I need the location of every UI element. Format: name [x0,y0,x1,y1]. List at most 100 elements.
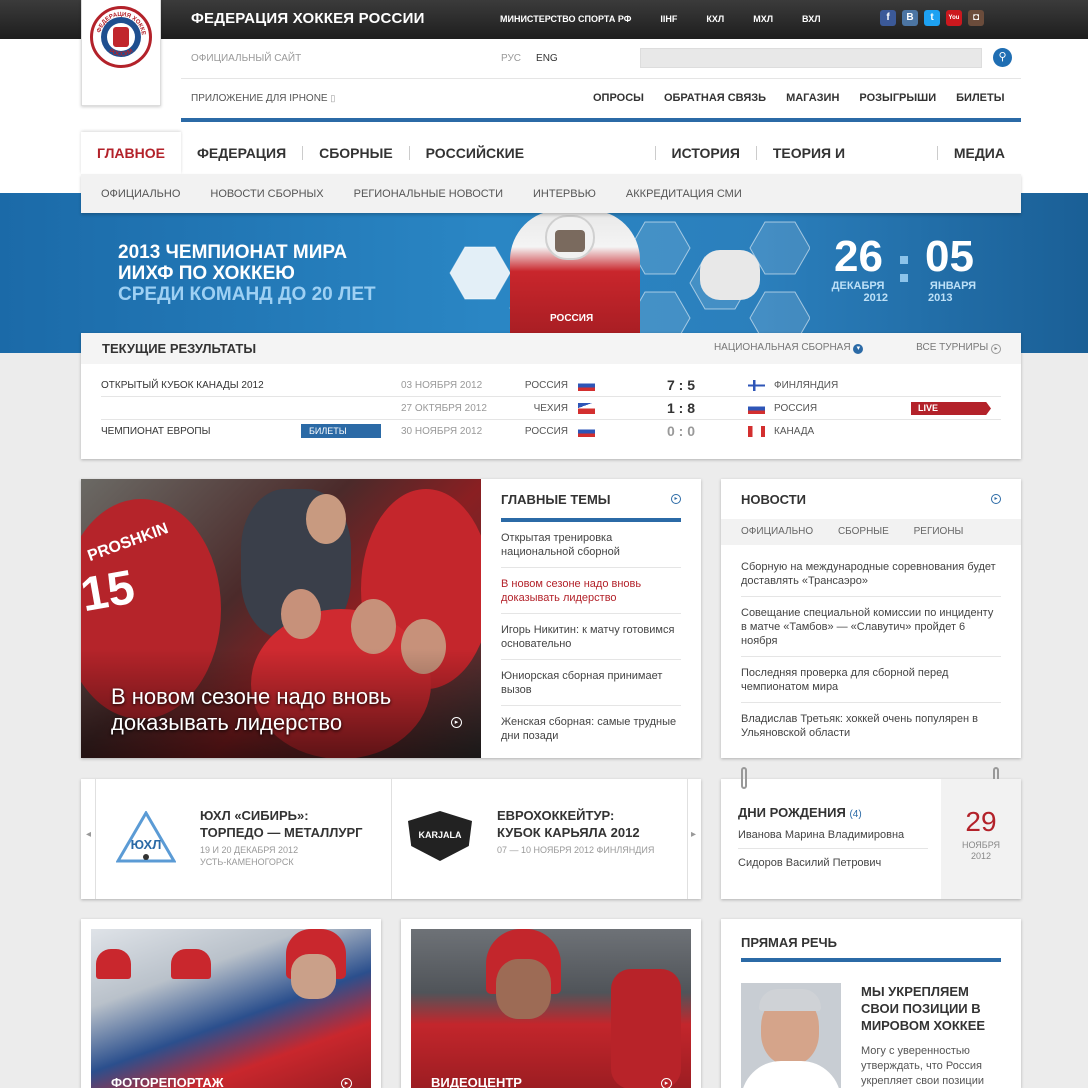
link-khl[interactable]: КХЛ [706,14,724,24]
news-arrow-icon[interactable]: ▸ [991,494,1001,504]
end-day: 05 [925,232,974,281]
event-title: ЮХЛ «СИБИРЬ»: ТОРПЕДО — МЕТАЛЛУРГ [200,807,363,841]
arrow-icon[interactable]: ▸ [341,1078,352,1088]
date-separator [900,256,910,286]
topic-link[interactable]: В новом сезоне надо вновь доказывать лид… [501,577,681,614]
social-links: f Bt You ◘ [880,10,984,26]
news-link[interactable]: Последняя проверка для сборной перед чем… [741,666,1001,703]
iphone-app-link[interactable]: ПРИЛОЖЕНИЕ ДЛЯ IPHONE ▯ [191,93,335,104]
nav-theory[interactable]: ТЕОРИЯ И МЕТОДИКА [757,132,937,203]
twitter-icon[interactable]: t [924,10,940,26]
youtube-icon[interactable]: You [946,10,962,26]
match-score[interactable]: 1 : 8 [641,400,721,416]
birthdays-count[interactable]: (4) [849,809,861,820]
end-month-label: ЯНВАРЯ [929,280,977,292]
birthday-month: НОЯБРЯ [961,840,1000,850]
speech-photo[interactable] [741,983,841,1088]
chevron-down-icon: ▾ [853,344,864,354]
result-row[interactable]: ЧЕМПИОНАТ ЕВРОПЫ БИЛЕТЫ 30 НОЯБРЯ 2012 РОСС… [101,421,1001,443]
nav-history[interactable]: ИСТОРИЯ [656,132,756,174]
result-row[interactable]: ОТКРЫТЫЙ КУБОК КАНАДЫ 2012 03 НОЯБРЯ 2012… [101,375,1001,397]
photo-report-card[interactable]: ФОТОРЕПОРТАЖ ▸ [81,919,381,1088]
speech-headline[interactable]: МЫ УКРЕПЛЯЕМ СВОИ ПОЗИЦИИ В МИРОВОМ ХОКК… [861,983,1006,1034]
subnav-interviews[interactable]: ИНТЕРВЬЮ [533,188,596,200]
link-polls[interactable]: ОПРОСЫ [593,92,644,104]
tournament-name[interactable]: ЧЕМПИОНАТ ЕВРОПЫ [101,426,210,437]
topic-link[interactable]: Женская сборная: самые трудные дни позад… [501,715,681,751]
link-iihf[interactable]: IIHF [660,14,677,24]
birthday-name[interactable]: Сидоров Василий Петрович [738,857,881,869]
link-tickets[interactable]: БИЛЕТЫ [956,92,1004,104]
official-site-label: ОФИЦИАЛЬНЫЙ САЙТ [191,53,302,64]
event-date: 07 — 10 НОЯБРЯ 2012 ФИНЛЯНДИЯ [497,845,655,855]
play-icon[interactable]: ▸ [451,717,462,728]
facebook-icon[interactable]: f [880,10,896,26]
site-title[interactable]: ФЕДЕРАЦИЯ ХОККЕЯ РОССИИ [191,10,425,27]
topic-link[interactable]: Открытая тренировка национальной сборной [501,531,681,568]
result-row[interactable]: 27 ОКТЯБРЯ 2012 ЧЕХИЯ 1 : 8 РОССИЯ LIVE [101,398,1001,420]
search-input[interactable] [640,48,982,68]
search-icon[interactable]: ⚲ [993,48,1012,67]
all-tournaments-link[interactable]: ВСЕ ТУРНИРЫ ▸ [891,342,1001,354]
link-ministry[interactable]: МИНИСТЕРСТВО СПОРТА РФ [500,14,631,24]
carousel-prev-icon[interactable]: ◂ [86,829,91,840]
end-month: ЯНВАРЯ 2013 [923,280,983,304]
birthday-name[interactable]: Иванова Марина Владимировна [738,829,928,849]
lang-ru[interactable]: РУС [501,53,521,64]
news-tab-regions[interactable]: РЕГИОНЫ [914,526,964,537]
birthday-date: 29 НОЯБРЯ 2012 [941,779,1021,899]
jersey-text: РОССИЯ [550,313,594,324]
karjala-logo: KARJALA [408,811,472,861]
news-link[interactable]: Совещание специальной комиссии по инциде… [741,606,1001,657]
link-shop[interactable]: МАГАЗИН [786,92,839,104]
news-link[interactable]: Владислав Третьяк: хоккей очень популяре… [741,712,1001,748]
link-mhl[interactable]: МХЛ [753,14,773,24]
carousel-next-icon[interactable]: ▸ [691,829,696,840]
main-nav: ГЛАВНОЕ ФЕДЕРАЦИЯ СБОРНЫЕ РОССИЙСКИЕ СОР… [81,132,1021,203]
nav-federation[interactable]: ФЕДЕРАЦИЯ [181,132,302,174]
link-feedback[interactable]: ОБРАТНАЯ СВЯЗЬ [664,92,766,104]
match-score[interactable]: 0 : 0 [641,423,721,439]
event-card[interactable]: ЮХЛ ЮХЛ «СИБИРЬ»: ТОРПЕДО — МЕТАЛЛУРГ 19 … [96,779,391,899]
news-tab-official[interactable]: ОФИЦИАЛЬНО [741,526,813,537]
subnav-team-news[interactable]: НОВОСТИ СБОРНЫХ [210,188,323,200]
featured-caption[interactable]: В новом сезоне надо вновь доказывать лид… [111,684,431,736]
news-tab-teams[interactable]: СБОРНЫЕ [838,526,889,537]
video-center-card[interactable]: ВИДЕОЦЕНТР ▸ [401,919,701,1088]
nav-teams[interactable]: СБОРНЫЕ [303,132,409,174]
event-title-line1: ЮХЛ «СИБИРЬ»: [200,808,309,823]
news-link[interactable]: Сборную на международные соревнования бу… [741,560,1001,597]
subnav-accreditation[interactable]: АККРЕДИТАЦИЯ СМИ [626,188,742,200]
video-center-image [411,929,691,1088]
arrow-right-icon: ▸ [991,344,1001,354]
flag-icon [748,426,765,437]
filter-national-team[interactable]: НАЦИОНАЛЬНАЯ СБОРНАЯ ▾ [689,342,864,354]
subnav-official[interactable]: ОФИЦИАЛЬНО [101,188,180,200]
tickets-button[interactable]: БИЛЕТЫ [301,424,381,438]
language-switch: РУС ENG [501,53,558,64]
nav-russian-competitions[interactable]: РОССИЙСКИЕ СОРЕВНОВАНИЯ [410,132,655,203]
tournament-name[interactable]: ОТКРЫТЫЙ КУБОК КАНАДЫ 2012 [101,380,264,391]
live-badge[interactable]: LIVE [911,402,991,415]
topic-link[interactable]: Игорь Никитин: к матчу готовимся основат… [501,623,681,660]
nav-main[interactable]: ГЛАВНОЕ [81,132,181,174]
link-prizes[interactable]: РОЗЫГРЫШИ [859,92,936,104]
birthdays-panel: ДНИ РОЖДЕНИЯ (4) Иванова Марина Владимир… [721,767,1021,899]
photo-report-label: ФОТОРЕПОРТАЖ [111,1075,224,1088]
start-year: 2012 [863,292,888,304]
logo[interactable]: ФЕДЕРАЦИЯ ХОККЕЯ РОССИИ [81,0,161,106]
match-score[interactable]: 7 : 5 [641,377,721,393]
link-vhl[interactable]: ВХЛ [802,14,820,24]
lang-en[interactable]: ENG [536,53,558,64]
topics-arrow-icon[interactable]: ▸ [671,494,681,504]
arrow-icon[interactable]: ▸ [661,1078,672,1088]
svg-text:ФЕДЕРАЦИЯ ХОККЕЯ: ФЕДЕРАЦИЯ ХОККЕЯ [90,6,146,36]
birthday-year: 2012 [970,851,992,861]
topic-link[interactable]: Юниорская сборная принимает вызов [501,669,681,706]
subnav-regional-news[interactable]: РЕГИОНАЛЬНЫЕ НОВОСТИ [354,188,503,200]
vkontakte-icon[interactable]: B [902,10,918,26]
instagram-icon[interactable]: ◘ [968,10,984,26]
nav-media[interactable]: МЕДИА [938,132,1021,174]
event-card[interactable]: KARJALA ЕВРОХОККЕЙТУР: КУБОК КАРЬЯЛА 2012… [392,779,687,899]
birthday-day: 29 [965,806,997,837]
